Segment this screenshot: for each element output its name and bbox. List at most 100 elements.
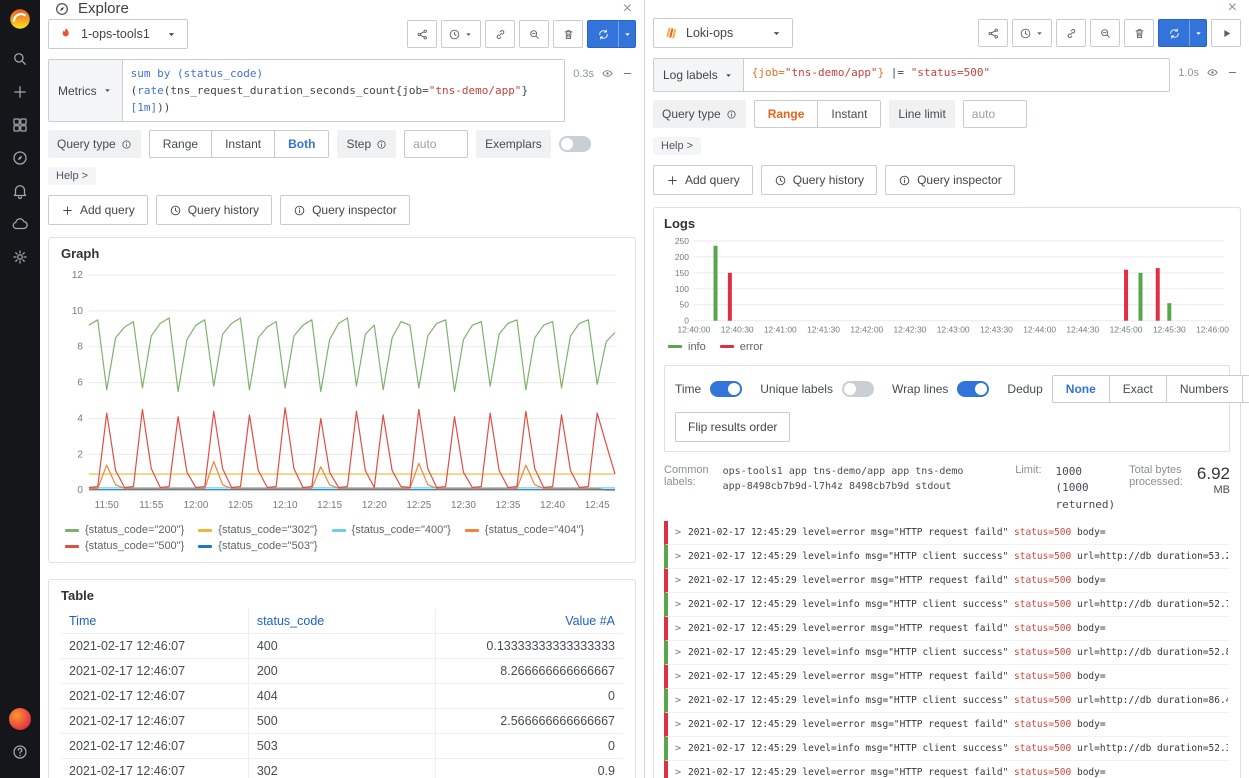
- live-tail-button[interactable]: [1211, 19, 1241, 47]
- query-history-button[interactable]: Query history: [761, 165, 877, 195]
- legend-item[interactable]: error: [720, 341, 763, 353]
- log-row-error[interactable]: >2021-02-17 12:45:29 level=error msg="HT…: [664, 665, 1230, 689]
- option-instant[interactable]: Instant: [817, 100, 881, 128]
- table-header-status-code[interactable]: status_code: [248, 609, 435, 634]
- log-labels-dropdown[interactable]: Log labels: [654, 59, 744, 91]
- legend-item[interactable]: {status_code="404"}: [465, 524, 584, 536]
- legend-item[interactable]: {status_code="302"}: [198, 524, 317, 536]
- clear-query-button[interactable]: [1124, 19, 1154, 47]
- link-button[interactable]: [1056, 19, 1086, 47]
- expand-log-icon: >: [675, 551, 681, 562]
- sidebar-item-cloud[interactable]: [0, 207, 40, 240]
- legend-item[interactable]: {status_code="200"}: [65, 524, 184, 536]
- link-button[interactable]: [485, 20, 515, 48]
- common-labels-label: Common labels:: [664, 464, 709, 488]
- sidebar-item-help[interactable]: [0, 735, 40, 768]
- option-numbers[interactable]: Numbers: [1166, 375, 1243, 403]
- unique-labels-toggle[interactable]: [842, 381, 874, 397]
- svg-text:6: 6: [77, 378, 83, 389]
- logs-histogram[interactable]: 05010015020025012:40:0012:40:3012:41:001…: [664, 237, 1230, 337]
- log-status-token: status=500: [1014, 743, 1071, 754]
- wrap-lines-toggle[interactable]: [957, 381, 989, 397]
- legend-label: {status_code="500"}: [85, 540, 184, 552]
- svg-text:12:45:00: 12:45:00: [1110, 325, 1143, 335]
- sidebar-item-search[interactable]: [0, 42, 40, 75]
- add-query-button[interactable]: Add query: [653, 165, 753, 195]
- datasource-name: Loki-ops: [686, 26, 763, 40]
- explore-pane-right: × Loki-ops: [644, 0, 1249, 778]
- table-header-value-a[interactable]: Value #A: [436, 609, 623, 634]
- sidebar-item-alerting[interactable]: [0, 174, 40, 207]
- zoom-out-button[interactable]: [1090, 19, 1120, 47]
- option-exact[interactable]: Exact: [1109, 375, 1167, 403]
- share-button[interactable]: [978, 19, 1008, 47]
- log-row-error[interactable]: >2021-02-17 12:45:29 level=error msg="HT…: [664, 521, 1230, 545]
- option-range[interactable]: Range: [149, 130, 212, 158]
- log-status-token: status=500: [1014, 575, 1071, 586]
- option-both[interactable]: Both: [274, 130, 329, 158]
- legend-item[interactable]: {status_code="400"}: [332, 524, 451, 536]
- expand-log-icon: >: [675, 599, 681, 610]
- query-history-button[interactable]: Query history: [156, 195, 272, 225]
- step-input[interactable]: [404, 130, 468, 158]
- datasource-picker-left[interactable]: 1-ops-tools1: [48, 19, 188, 49]
- query-input-right[interactable]: {job="tns-demo/app"} |= "status=500": [744, 59, 1169, 91]
- log-row-info[interactable]: >2021-02-17 12:45:29 level=info msg="HTT…: [664, 545, 1230, 569]
- query-options-right: Query type RangeInstant Line limit: [645, 94, 1249, 130]
- log-row-error[interactable]: >2021-02-17 12:45:29 level=error msg="HT…: [664, 569, 1230, 593]
- log-row-info[interactable]: >2021-02-17 12:45:29 level=info msg="HTT…: [664, 641, 1230, 665]
- legend-item[interactable]: {status_code="500"}: [65, 540, 184, 552]
- clear-query-button[interactable]: [553, 20, 583, 48]
- help-link[interactable]: Help >: [48, 167, 96, 185]
- log-row-info[interactable]: >2021-02-17 12:45:29 level=info msg="HTT…: [664, 737, 1230, 761]
- graph-canvas[interactable]: 02468101211:5011:5512:0012:0512:1012:151…: [61, 267, 623, 516]
- grafana-logo[interactable]: [7, 6, 33, 32]
- help-icon: [11, 743, 29, 761]
- run-query-button[interactable]: [587, 20, 636, 48]
- metrics-mode-dropdown[interactable]: Metrics: [49, 60, 123, 121]
- datasource-picker-right[interactable]: Loki-ops: [653, 18, 793, 48]
- sidebar-item-profile[interactable]: [0, 702, 40, 735]
- query-input-left[interactable]: sum by (status_code)(rate(tns_request_du…: [123, 60, 565, 121]
- close-pane-left-button[interactable]: ×: [623, 1, 632, 17]
- log-row-error[interactable]: >2021-02-17 12:45:29 level=error msg="HT…: [664, 617, 1230, 641]
- option-range[interactable]: Range: [754, 100, 819, 128]
- table-cell: 503: [248, 734, 435, 759]
- flip-results-order-button[interactable]: Flip results order: [675, 412, 790, 442]
- history-icon: [169, 204, 182, 217]
- sidebar-item-create[interactable]: [0, 75, 40, 108]
- zoom-out-button[interactable]: [519, 20, 549, 48]
- time-toggle[interactable]: [710, 381, 742, 397]
- option-none[interactable]: None: [1052, 375, 1110, 403]
- query-inspector-button[interactable]: Query inspector: [885, 165, 1015, 195]
- run-query-button[interactable]: [1158, 19, 1207, 47]
- line-limit-input[interactable]: [963, 100, 1027, 128]
- log-row-error[interactable]: >2021-02-17 12:45:29 level=error msg="HT…: [664, 761, 1230, 778]
- help-link[interactable]: Help >: [653, 137, 701, 155]
- sidebar-item-dashboards[interactable]: [0, 108, 40, 141]
- collapse-query-button[interactable]: [1224, 64, 1241, 81]
- legend-item[interactable]: info: [668, 341, 706, 353]
- exemplars-toggle[interactable]: [559, 136, 591, 152]
- add-query-button[interactable]: Add query: [48, 195, 148, 225]
- table-header-time[interactable]: Time: [61, 609, 248, 634]
- sidebar-item-explore[interactable]: [0, 141, 40, 174]
- log-row-info[interactable]: >2021-02-17 12:45:29 level=info msg="HTT…: [664, 689, 1230, 713]
- query-inspector-button[interactable]: Query inspector: [280, 195, 410, 225]
- legend-item[interactable]: {status_code="503"}: [198, 540, 317, 552]
- log-row-info[interactable]: >2021-02-17 12:45:29 level=info msg="HTT…: [664, 593, 1230, 617]
- time-range-button[interactable]: [441, 20, 481, 48]
- time-range-button[interactable]: [1012, 19, 1052, 47]
- collapse-query-button[interactable]: [619, 65, 636, 82]
- play-icon: [1220, 27, 1233, 40]
- share-button[interactable]: [407, 20, 437, 48]
- option-instant[interactable]: Instant: [211, 130, 275, 158]
- log-status-token: status=500: [1014, 719, 1071, 730]
- preview-toggle-button[interactable]: [599, 65, 616, 82]
- option-signature[interactable]: Signature: [1242, 375, 1249, 403]
- preview-toggle-button[interactable]: [1204, 64, 1221, 81]
- table-cell: 500: [248, 709, 435, 734]
- close-pane-right-button[interactable]: ×: [1228, 0, 1237, 16]
- sidebar-item-configuration[interactable]: [0, 240, 40, 273]
- log-row-error[interactable]: >2021-02-17 12:45:29 level=error msg="HT…: [664, 713, 1230, 737]
